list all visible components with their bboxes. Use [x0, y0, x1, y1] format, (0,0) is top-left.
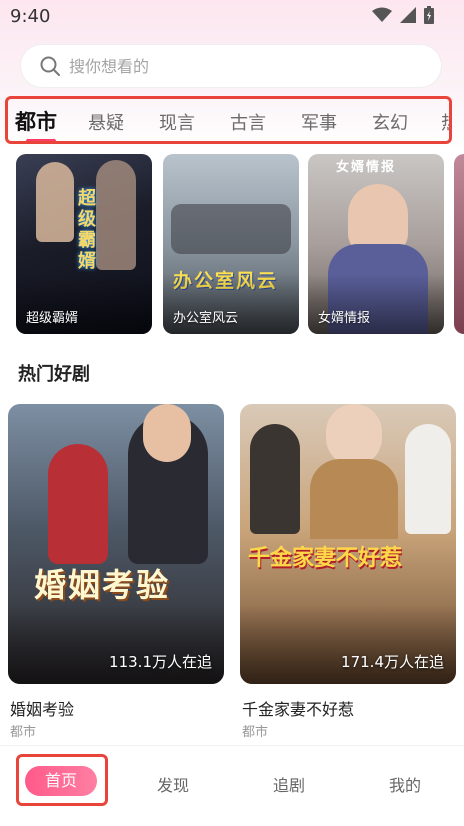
category-tabs: 都市 悬疑 现言 古言 军事 玄幻 热血 — [5, 96, 452, 144]
nav-follow[interactable]: 追剧 — [273, 772, 305, 796]
followers-count: 171.4万人在追 — [341, 653, 444, 671]
poster-title-art: 千金家妻不好惹 — [248, 545, 403, 571]
poster-figure — [405, 424, 451, 534]
featured-card-4-partial[interactable] — [454, 154, 464, 334]
poster-face — [326, 404, 382, 466]
featured-card-title: 超级霸婿 — [26, 311, 79, 326]
hot-card-2-category: 都市 — [242, 725, 269, 740]
poster-figure — [96, 160, 136, 270]
tab-xuanyi[interactable]: 悬疑 — [88, 109, 124, 135]
poster-figure — [310, 459, 398, 539]
hot-card-1-title[interactable]: 婚姻考验 — [10, 696, 74, 720]
nav-home-label: 首页 — [25, 766, 97, 796]
active-tab-indicator — [25, 135, 57, 141]
poster-title-art: 超级霸婿 — [78, 188, 98, 272]
wifi-icon — [372, 7, 392, 22]
status-time: 9:40 — [10, 6, 51, 27]
featured-card-3[interactable]: 女婿情报 女婿情报 — [308, 154, 444, 334]
nav-discover[interactable]: 发现 — [157, 772, 189, 796]
poster-figure — [48, 444, 108, 564]
poster-figure — [250, 424, 300, 534]
poster-face — [143, 404, 191, 462]
featured-carousel: 超级霸婿 超级霸婿 办公室风云 办公室风云 女婿情报 女婿情报 — [0, 154, 464, 334]
nav-mine[interactable]: 我的 — [389, 772, 421, 796]
search-bar[interactable] — [20, 44, 442, 88]
tab-junshi[interactable]: 军事 — [301, 109, 337, 135]
hot-card-1-category: 都市 — [10, 725, 37, 740]
tab-dushi[interactable]: 都市 — [15, 106, 57, 136]
poster-figure — [36, 162, 74, 242]
tab-guyan[interactable]: 古言 — [230, 109, 266, 135]
featured-card-2[interactable]: 办公室风云 办公室风云 — [163, 154, 299, 334]
poster-title-art: 婚姻考验 — [34, 566, 171, 604]
tab-rexue[interactable]: 热血 — [441, 109, 449, 135]
featured-card-title: 女婿情报 — [318, 311, 371, 326]
hot-card-1[interactable]: 婚姻考验 113.1万人在追 — [8, 404, 224, 684]
battery-icon — [424, 6, 434, 24]
bottom-nav: 首页 发现 追剧 我的 — [0, 745, 464, 826]
hot-card-2-title[interactable]: 千金家妻不好惹 — [242, 696, 354, 720]
search-input[interactable] — [67, 55, 371, 77]
followers-count: 113.1万人在追 — [109, 653, 212, 671]
poster-title-art: 女婿情报 — [336, 160, 397, 175]
search-icon — [40, 56, 60, 76]
card-shade — [8, 604, 224, 684]
tab-xuanhuan[interactable]: 玄幻 — [372, 109, 408, 135]
hot-card-2[interactable]: 千金家妻不好惹 171.4万人在追 — [240, 404, 456, 684]
poster-figure — [171, 204, 291, 254]
featured-card-title: 办公室风云 — [173, 311, 239, 326]
card-shade — [240, 604, 456, 684]
status-bar: 9:40 — [0, 0, 464, 32]
section-title: 热门好剧 — [18, 364, 90, 385]
tab-xianyan[interactable]: 现言 — [159, 109, 195, 135]
featured-card-1[interactable]: 超级霸婿 超级霸婿 — [16, 154, 152, 334]
nav-home[interactable]: 首页 — [16, 754, 108, 806]
signal-icon — [400, 7, 416, 23]
